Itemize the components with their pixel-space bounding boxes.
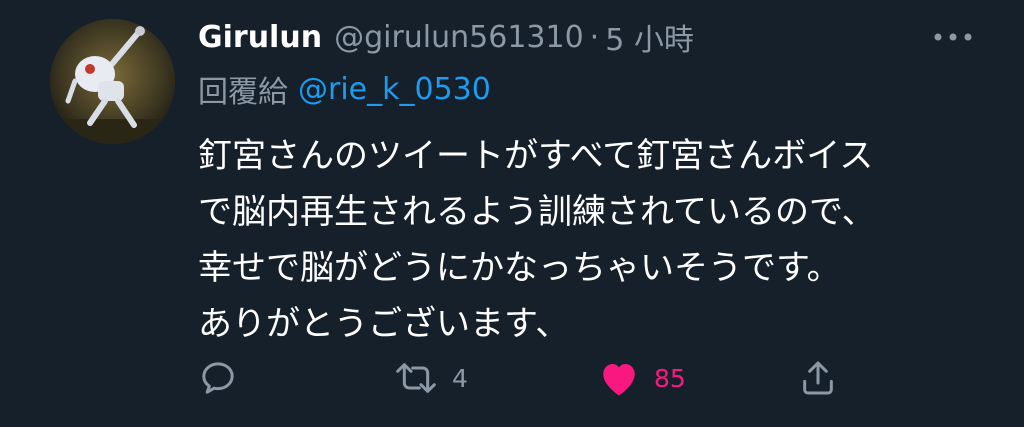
retweet-button[interactable]: 4 [394, 350, 468, 406]
tweet-text-line: ありがとうございます、 [198, 304, 570, 344]
retweet-count: 4 [452, 363, 468, 393]
retweet-icon [396, 363, 436, 393]
tweet-text-line: で脳内再生されるよう訓練されているので、 [198, 192, 876, 232]
reply-prefix: 回覆給 [198, 75, 288, 110]
reply-mention-link[interactable]: @rie_k_0530 [298, 72, 491, 107]
separator-dot: · [589, 19, 600, 55]
reply-context: 回覆給 @rie_k_0530 [198, 66, 491, 112]
tweet-text: 釘宮さんのツイートがすべて釘宮さんボイス で脳内再生されるよう訓練されているので… [198, 128, 998, 352]
robot-avatar-image [50, 19, 175, 144]
tweet-text-line: 幸せで脳がどうにかなっちゃいそうです。 [198, 248, 841, 288]
timestamp[interactable]: 5 小時 [605, 15, 694, 59]
tweet-text-line: 釘宮さんのツイートがすべて釘宮さんボイス [198, 136, 874, 176]
share-icon [803, 361, 833, 395]
more-options-icon[interactable] [930, 22, 976, 52]
avatar[interactable] [50, 19, 175, 144]
reply-icon [202, 362, 234, 394]
like-count: 85 [654, 363, 686, 393]
heart-icon [603, 364, 635, 396]
user-handle[interactable]: @girulun561310 [334, 20, 584, 55]
tweet-header: Girulun @girulun561310 · 5 小時 [198, 14, 694, 60]
like-button[interactable]: 85 [598, 350, 686, 406]
action-bar: 4 85 [198, 350, 858, 406]
reply-button[interactable] [198, 350, 238, 406]
display-name[interactable]: Girulun [198, 20, 322, 55]
share-button[interactable] [798, 350, 838, 406]
